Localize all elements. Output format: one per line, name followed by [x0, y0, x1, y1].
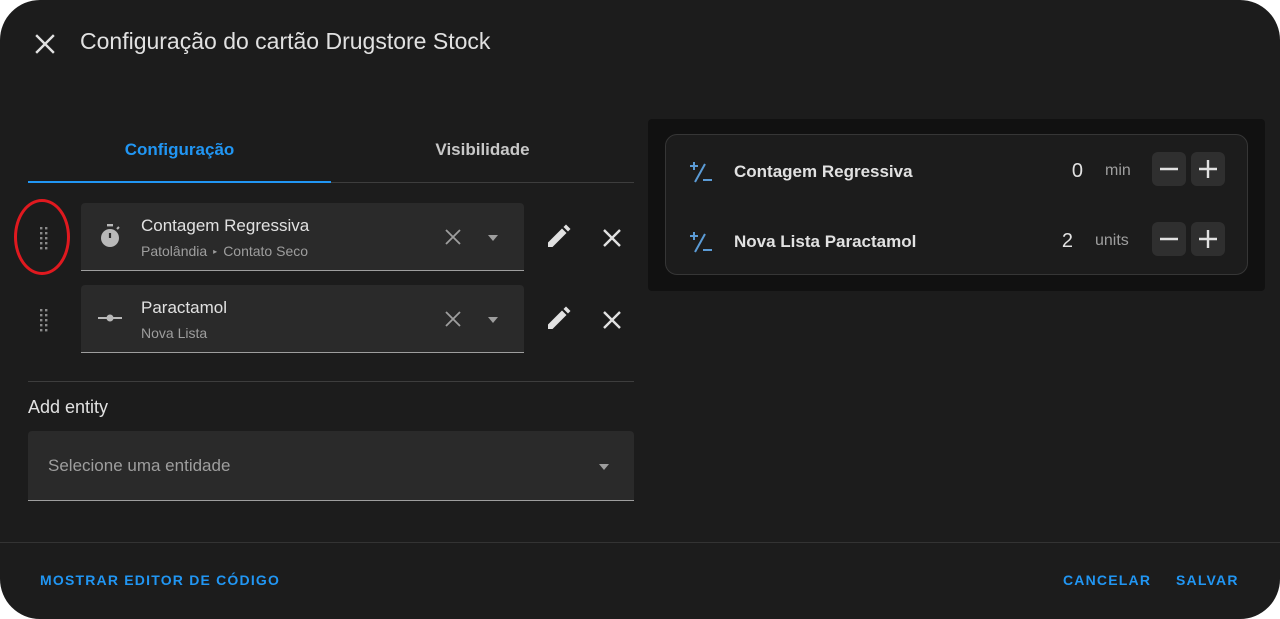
entity-area: Nova Lista: [141, 325, 208, 341]
pencil-icon: [548, 306, 571, 329]
preview-row: Contagem Regressiva 0 min: [666, 152, 1249, 192]
entity-row: Paractamol Nova Lista: [0, 285, 640, 357]
pencil-icon: [548, 224, 571, 247]
dropdown-arrow-icon[interactable]: [486, 315, 500, 325]
increment-button[interactable]: [1191, 152, 1225, 186]
tab-bar: Configuração Visibilidade: [28, 120, 634, 183]
remove-entity-button[interactable]: [596, 304, 628, 336]
increment-button[interactable]: [1191, 222, 1225, 256]
plus-minus-icon: [690, 232, 712, 253]
tab-visibilidade[interactable]: Visibilidade: [331, 120, 634, 180]
preview-card: Contagem Regressiva 0 min Nova Lista Par…: [665, 134, 1248, 275]
entity-context: Nova Lista: [141, 325, 207, 341]
add-entity-select[interactable]: Selecione uma entidade: [28, 431, 634, 501]
entity-context: Patolândia ▸ Contato Seco: [141, 243, 308, 259]
active-tab-indicator: [28, 181, 331, 183]
clear-icon[interactable]: [443, 227, 463, 247]
decrement-button[interactable]: [1152, 222, 1186, 256]
preview-unit: units: [1095, 232, 1129, 249]
highlight-circle: [14, 199, 70, 275]
preview-unit: min: [1105, 162, 1131, 179]
dialog-header: Configuração do cartão Drugstore Stock: [0, 0, 1280, 86]
dialog-title: Configuração do cartão Drugstore Stock: [80, 28, 491, 54]
show-code-editor-button[interactable]: MOSTRAR EDITOR DE CÓDIGO: [40, 572, 280, 588]
preview-value: 2: [1061, 230, 1073, 252]
preview-entity-name: Contagem Regressiva: [734, 162, 913, 181]
save-button[interactable]: SALVAR: [1176, 572, 1239, 588]
tab-configuracao[interactable]: Configuração: [28, 120, 331, 180]
footer-divider: [0, 542, 1280, 543]
slider-icon: [97, 305, 123, 331]
entity-picker[interactable]: Contagem Regressiva Patolândia ▸ Contato S…: [81, 203, 524, 271]
entity-area: Patolândia: [141, 243, 208, 259]
entity-device: Contato Seco: [223, 243, 309, 259]
card-config-dialog: Configuração do cartão Drugstore Stock C…: [0, 0, 1280, 619]
cancel-button[interactable]: CANCELAR: [1063, 572, 1151, 588]
preview-value: 0: [1071, 160, 1083, 182]
add-entity-placeholder: Selecione uma entidade: [48, 456, 231, 475]
close-icon: [603, 311, 621, 329]
plus-icon: [1199, 160, 1217, 178]
timer-icon: [97, 223, 123, 249]
preview-row: Nova Lista Paractamol 2 units: [666, 222, 1249, 262]
close-button[interactable]: [26, 25, 64, 63]
entity-picker[interactable]: Paractamol Nova Lista: [81, 285, 524, 353]
dropdown-arrow-icon[interactable]: [486, 233, 500, 243]
entity-name: Paractamol: [141, 298, 227, 317]
close-icon: [603, 229, 621, 247]
decrement-button[interactable]: [1152, 152, 1186, 186]
minus-icon: [1160, 167, 1178, 171]
card-preview: Contagem Regressiva 0 min Nova Lista Par…: [648, 119, 1265, 291]
section-divider: [28, 381, 634, 382]
breadcrumb-separator-icon: ▸: [213, 247, 218, 256]
plus-minus-icon: [690, 162, 712, 183]
clear-icon[interactable]: [443, 309, 463, 329]
drag-handle[interactable]: [34, 307, 54, 333]
remove-entity-button[interactable]: [596, 222, 628, 254]
entity-name: Contagem Regressiva: [141, 216, 310, 235]
close-icon: [35, 34, 55, 54]
dropdown-arrow-icon: [599, 464, 609, 470]
edit-entity-button[interactable]: [541, 302, 575, 336]
preview-entity-name: Nova Lista Paractamol: [734, 232, 917, 251]
edit-entity-button[interactable]: [541, 220, 575, 254]
entity-row: Contagem Regressiva Patolândia ▸ Contato S…: [0, 203, 640, 275]
plus-icon: [1199, 230, 1217, 248]
drag-handle-icon: [40, 309, 48, 332]
minus-icon: [1160, 237, 1178, 241]
add-entity-label: Add entity: [28, 397, 109, 417]
